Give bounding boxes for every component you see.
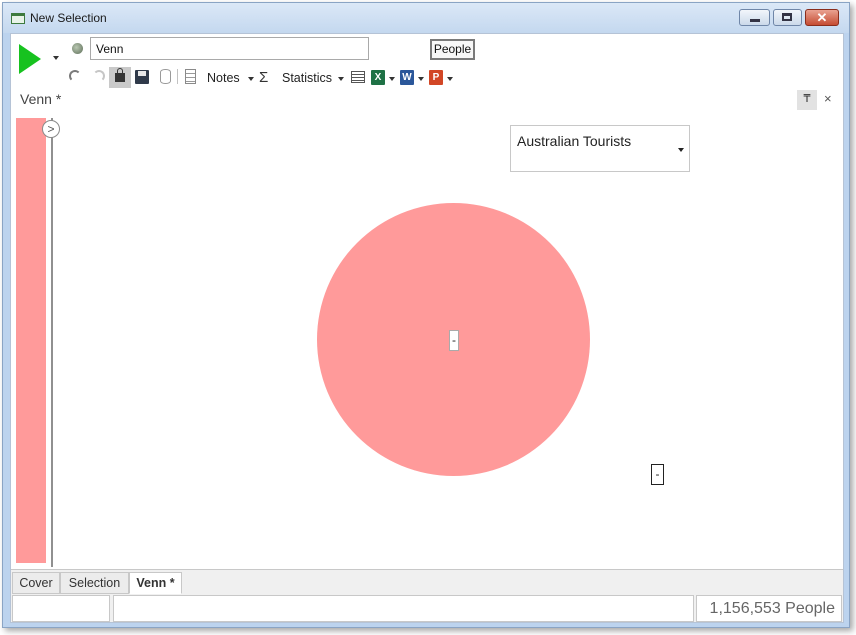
venn-circle-count-label[interactable]: - — [449, 330, 459, 351]
selection-type-icon — [72, 43, 83, 54]
chevron-down-icon — [678, 148, 684, 152]
notes-dropdown-icon[interactable] — [248, 77, 254, 81]
run-button[interactable] — [19, 44, 41, 74]
tab-venn[interactable]: Venn * — [129, 572, 182, 594]
statistics-dropdown-icon[interactable] — [338, 77, 344, 81]
close-icon: ✕ — [816, 10, 828, 25]
powerpoint-icon[interactable]: P — [429, 70, 443, 85]
people-button[interactable]: People — [430, 39, 475, 60]
close-pane-icon[interactable]: × — [824, 91, 832, 106]
status-bar: 1,156,553 People — [11, 594, 843, 622]
venn-set-selected: Australian Tourists — [517, 133, 632, 149]
sigma-icon[interactable]: Σ — [259, 68, 268, 88]
status-cell-1 — [12, 595, 110, 622]
minimize-icon — [750, 19, 760, 22]
toolbar-divider — [177, 69, 178, 84]
database-icon[interactable] — [160, 69, 171, 84]
app-window: New Selection ✕ People Notes Σ Statistic… — [2, 2, 850, 628]
notes-icon[interactable] — [185, 69, 196, 84]
venn-set-dropdown[interactable]: Australian Tourists — [510, 125, 690, 172]
word-icon[interactable]: W — [400, 70, 414, 85]
tab-selection[interactable]: Selection — [60, 572, 129, 594]
notes-menu[interactable]: Notes — [207, 68, 240, 88]
run-dropdown-icon[interactable] — [53, 56, 59, 60]
maximize-button[interactable] — [773, 9, 802, 26]
maximize-icon — [782, 13, 792, 21]
close-button[interactable]: ✕ — [805, 9, 839, 26]
side-panel-strip — [16, 118, 46, 563]
save-icon[interactable] — [135, 70, 149, 84]
title-bar: New Selection ✕ — [3, 3, 849, 33]
venn-outside-count-label[interactable]: - — [651, 464, 664, 485]
redo-icon[interactable] — [93, 70, 105, 82]
status-people-count: 1,156,553 People — [696, 595, 842, 622]
expand-panel-button[interactable]: > — [42, 120, 60, 138]
document-title: Venn * — [20, 91, 62, 107]
minimize-button[interactable] — [739, 9, 770, 26]
side-panel-splitter[interactable] — [51, 118, 53, 567]
excel-icon[interactable]: X — [371, 70, 385, 85]
status-cell-2 — [113, 595, 694, 622]
lock-icon — [115, 68, 125, 82]
bottom-tab-bar: Cover Selection Venn * — [11, 569, 843, 595]
client-area: People Notes Σ Statistics X W P Venn * ₸… — [10, 33, 844, 623]
pin-icon[interactable]: ₸ — [797, 90, 817, 110]
excel-dropdown-icon[interactable] — [389, 77, 395, 81]
statistics-menu[interactable]: Statistics — [282, 68, 332, 88]
tab-cover[interactable]: Cover — [12, 572, 60, 594]
powerpoint-dropdown-icon[interactable] — [447, 77, 453, 81]
undo-icon[interactable] — [69, 70, 81, 82]
window-title: New Selection — [30, 11, 107, 25]
word-dropdown-icon[interactable] — [418, 77, 424, 81]
table-icon[interactable] — [351, 71, 365, 83]
window-icon — [11, 13, 25, 24]
selection-name-input[interactable] — [90, 37, 369, 60]
